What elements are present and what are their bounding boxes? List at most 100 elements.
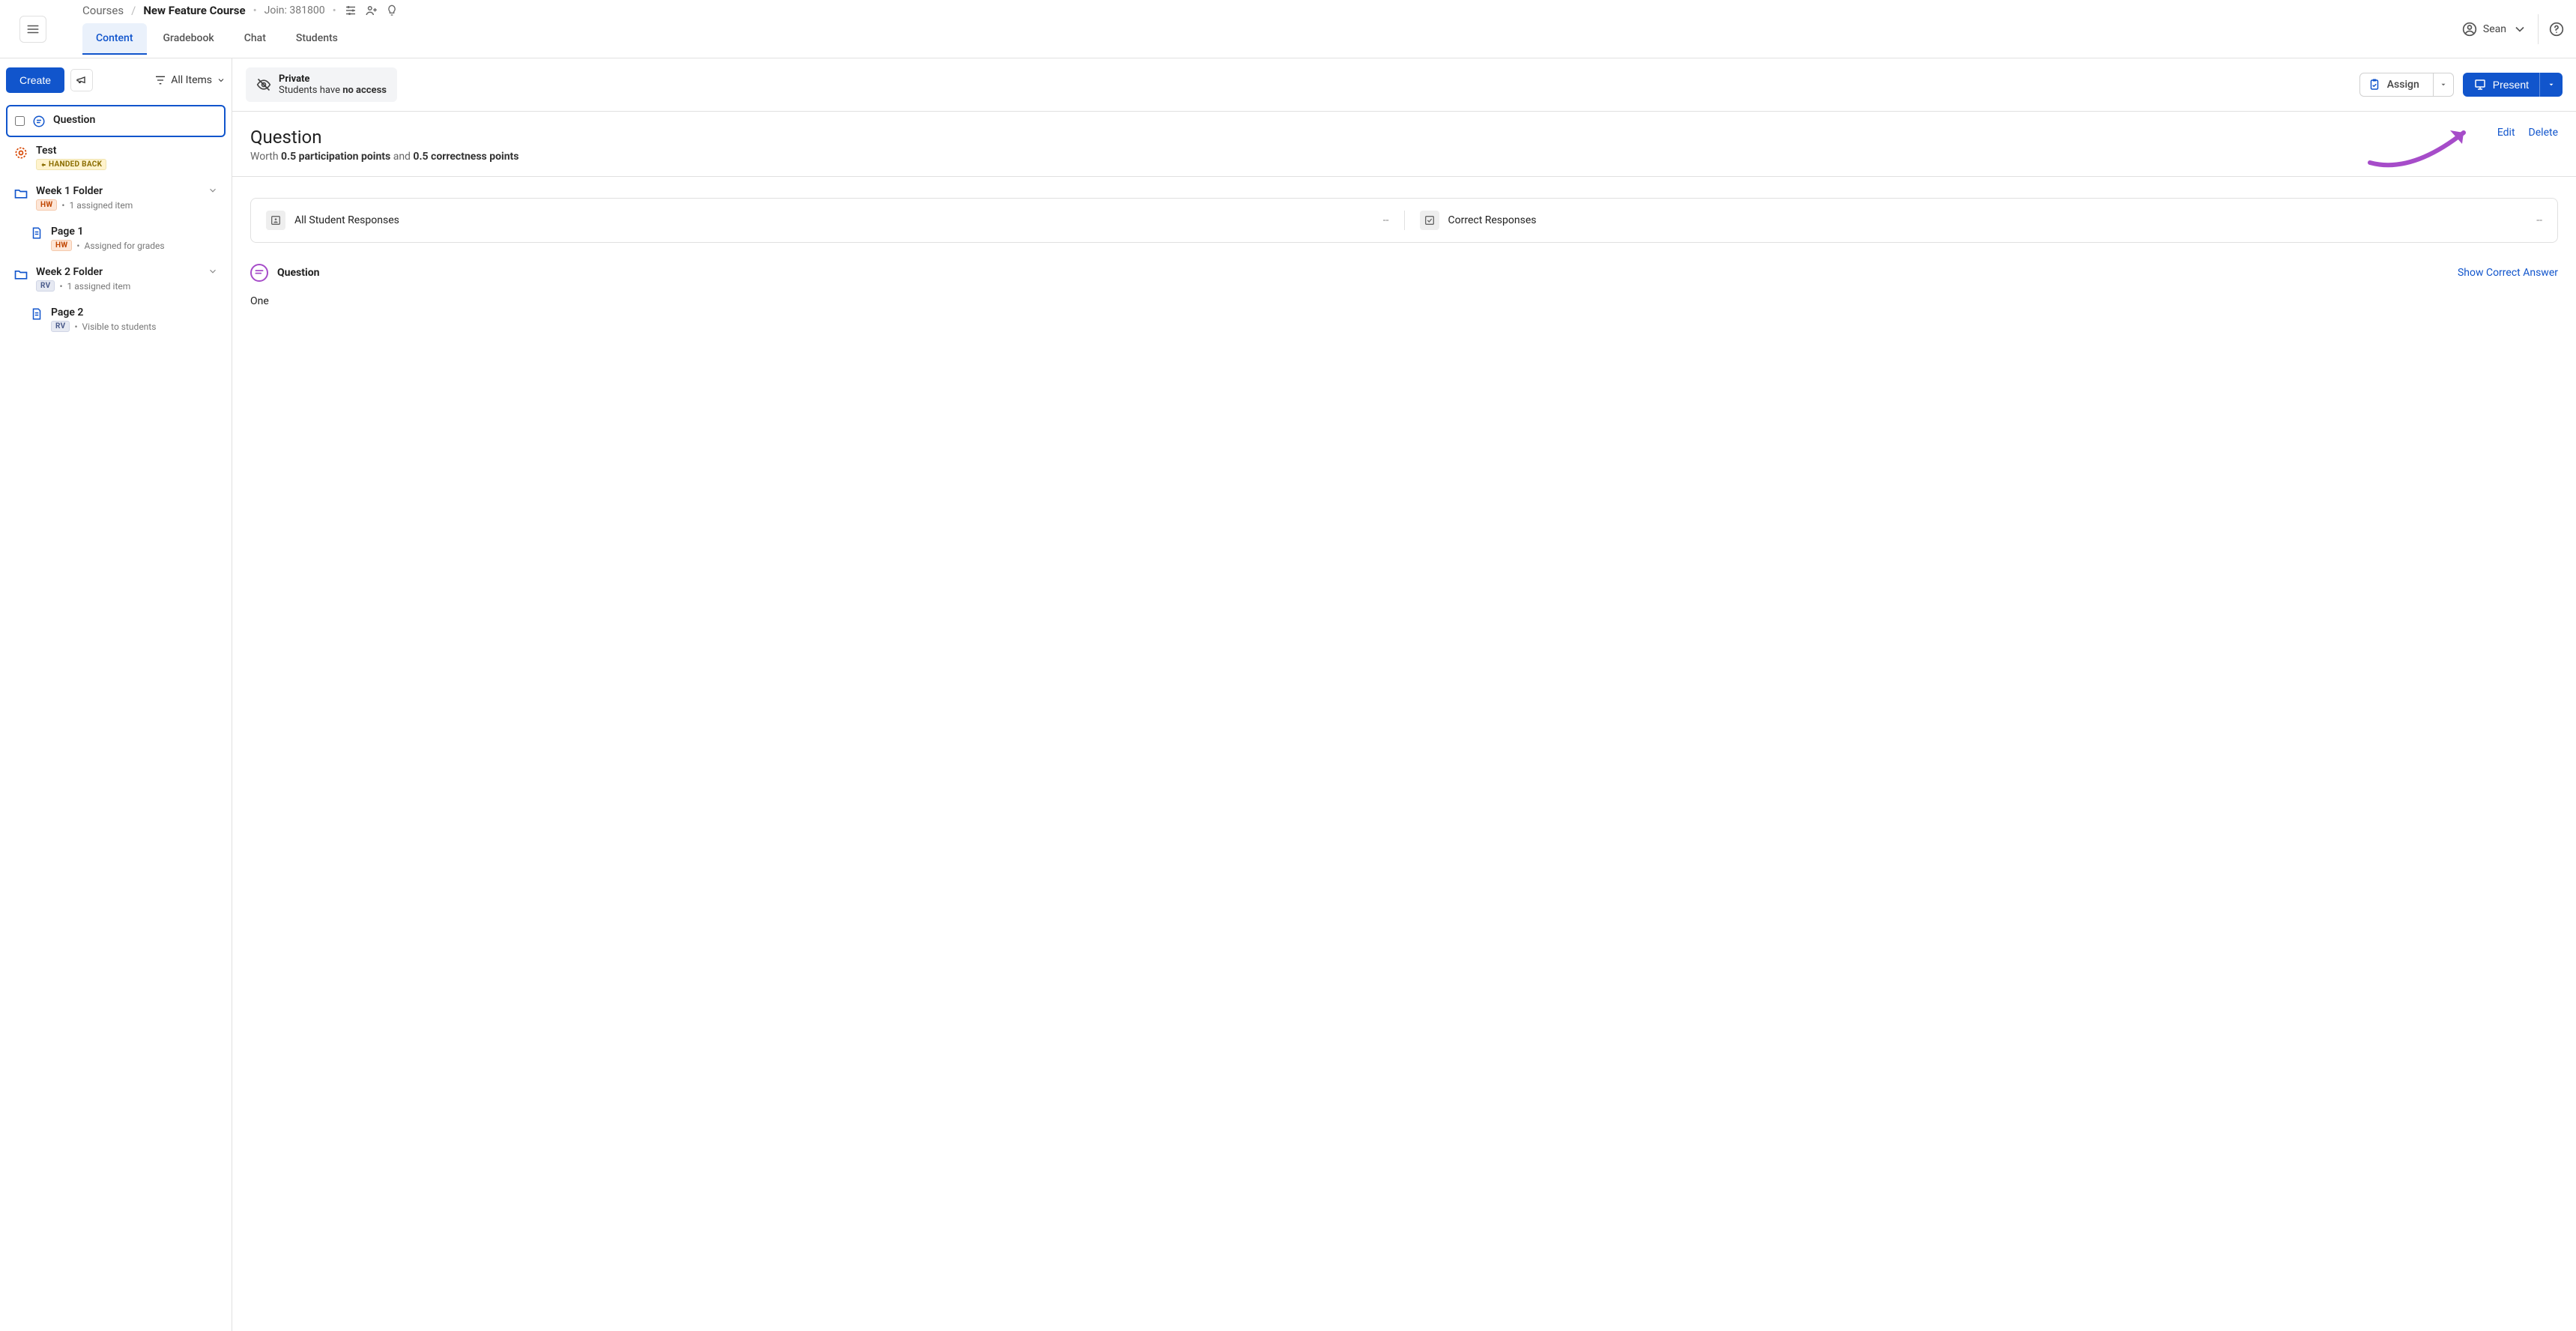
user-name: Sean: [2483, 23, 2506, 35]
caret-down-icon: [2548, 81, 2555, 88]
hamburger-menu-button[interactable]: [19, 16, 46, 43]
dot-sep: •: [333, 4, 336, 17]
tab-content[interactable]: Content: [82, 23, 147, 55]
content-header: Private Students have no access Assign: [232, 58, 2576, 111]
add-people-icon[interactable]: [365, 4, 378, 17]
correct-responses-stat: Correct Responses --: [1420, 211, 2543, 230]
tab-chat[interactable]: Chat: [231, 23, 279, 55]
sidebar-item-meta: Assigned for grades: [84, 241, 164, 251]
sidebar-item-question[interactable]: Question: [6, 105, 226, 137]
sidebar-toolbar: Create All Items: [0, 58, 232, 102]
question-block-header: Question Show Correct Answer: [250, 264, 2558, 282]
chevron-down-icon: [2512, 22, 2527, 37]
question-type-icon: [250, 264, 268, 282]
breadcrumb-separator: /: [131, 4, 136, 17]
sidebar-item-title: Test: [36, 145, 218, 157]
sidebar-item-checkbox[interactable]: [15, 116, 25, 126]
breadcrumb: Courses / New Feature Course • Join: 381…: [82, 4, 2462, 17]
visibility-off-icon: [256, 77, 271, 92]
all-responses-stat: All Student Responses --: [266, 211, 1405, 230]
sidebar-list: Question Test HANDED BACK: [0, 102, 232, 1331]
responses-card: All Student Responses -- Correct Respons…: [250, 198, 2558, 243]
question-title: Question: [250, 127, 518, 148]
filter-icon: [154, 74, 166, 86]
show-correct-answer-link[interactable]: Show Correct Answer: [2458, 267, 2558, 279]
chevron-down-icon: [217, 76, 226, 85]
dot-sep: •: [253, 4, 257, 17]
assign-caret[interactable]: [2433, 73, 2453, 96]
correct-responses-label: Correct Responses: [1448, 214, 1537, 226]
edit-link[interactable]: Edit: [2497, 127, 2515, 139]
sidebar-item-week1-folder[interactable]: Week 1 Folder HW • 1 assigned item: [6, 178, 226, 218]
sidebar-filter[interactable]: All Items: [154, 74, 226, 86]
privacy-sub: Students have no access: [279, 85, 387, 96]
clipboard-check-icon: [2368, 78, 2381, 91]
rv-badge: RV: [36, 280, 55, 292]
topbar: Courses / New Feature Course • Join: 381…: [0, 0, 2576, 58]
sidebar-item-week2-folder[interactable]: Week 2 Folder RV • 1 assigned item: [6, 259, 226, 299]
page-icon: [30, 307, 43, 321]
breadcrumb-course: New Feature Course: [143, 4, 245, 17]
present-button-group: Present: [2463, 73, 2563, 97]
hw-badge: HW: [51, 240, 72, 251]
lightbulb-icon[interactable]: [386, 4, 398, 16]
sidebar-filter-label: All Items: [171, 74, 212, 86]
delete-link[interactable]: Delete: [2529, 127, 2558, 139]
sidebar: Create All Items Question: [0, 58, 232, 1331]
assign-button[interactable]: Assign: [2359, 73, 2454, 97]
tabs: Content Gradebook Chat Students: [82, 23, 2462, 55]
folder-icon: [13, 267, 28, 282]
content-area: Private Students have no access Assign: [232, 58, 2576, 1331]
question-header: Question Worth 0.5 participation points …: [250, 112, 2558, 176]
user-menu[interactable]: Sean: [2462, 22, 2527, 37]
announce-icon[interactable]: [70, 69, 93, 91]
chevron-down-icon[interactable]: [208, 185, 218, 196]
create-button[interactable]: Create: [6, 67, 64, 93]
all-responses-value: --: [1383, 214, 1389, 226]
content-body: Question Worth 0.5 participation points …: [232, 111, 2576, 1331]
question-worth: Worth 0.5 participation points and 0.5 c…: [250, 151, 518, 163]
caret-down-icon: [2440, 81, 2447, 88]
sidebar-item-page1[interactable]: Page 1 HW • Assigned for grades: [6, 218, 226, 259]
question-body-text: One: [250, 282, 2558, 307]
tab-students[interactable]: Students: [282, 23, 351, 55]
chevron-down-icon[interactable]: [208, 266, 218, 277]
all-responses-label: All Student Responses: [294, 214, 399, 226]
tab-gradebook[interactable]: Gradebook: [150, 23, 228, 55]
present-label: Present: [2493, 79, 2529, 91]
logo-area: [12, 16, 72, 43]
person-icon: [266, 211, 285, 230]
present-button[interactable]: Present: [2463, 73, 2539, 97]
sidebar-item-title: Page 2: [51, 307, 218, 319]
check-square-icon: [1420, 211, 1439, 230]
workspace: Create All Items Question: [0, 58, 2576, 1331]
assign-label: Assign: [2387, 79, 2419, 91]
handed-back-badge: HANDED BACK: [36, 159, 106, 170]
folder-icon: [13, 186, 28, 201]
breadcrumb-root[interactable]: Courses: [82, 4, 124, 17]
question-icon: [32, 115, 46, 128]
topbar-right: Sean: [2462, 14, 2564, 44]
hw-badge: HW: [36, 199, 57, 211]
join-code: Join: 381800: [264, 4, 325, 16]
sidebar-item-meta: Visible to students: [82, 322, 157, 332]
sidebar-item-title: Week 2 Folder: [36, 266, 200, 278]
page-icon: [30, 226, 43, 240]
sidebar-item-meta: 1 assigned item: [67, 281, 131, 292]
presentation-icon: [2473, 78, 2487, 91]
help-icon[interactable]: [2549, 22, 2564, 37]
correct-responses-value: --: [2536, 214, 2542, 226]
rv-badge: RV: [51, 321, 70, 332]
divider: [2538, 14, 2539, 44]
sidebar-item-title: Week 1 Folder: [36, 185, 200, 197]
sidebar-item-title: Page 1: [51, 226, 218, 238]
privacy-title: Private: [279, 73, 387, 85]
sidebar-item-page2[interactable]: Page 2 RV • Visible to students: [6, 299, 226, 339]
topbar-main: Courses / New Feature Course • Join: 381…: [72, 4, 2462, 55]
privacy-pill[interactable]: Private Students have no access: [246, 67, 397, 102]
question-block-label: Question: [277, 267, 319, 279]
present-caret[interactable]: [2539, 73, 2563, 97]
sidebar-item-test[interactable]: Test HANDED BACK: [6, 137, 226, 178]
settings-sliders-icon[interactable]: [344, 4, 357, 17]
sidebar-item-meta: 1 assigned item: [69, 200, 133, 211]
